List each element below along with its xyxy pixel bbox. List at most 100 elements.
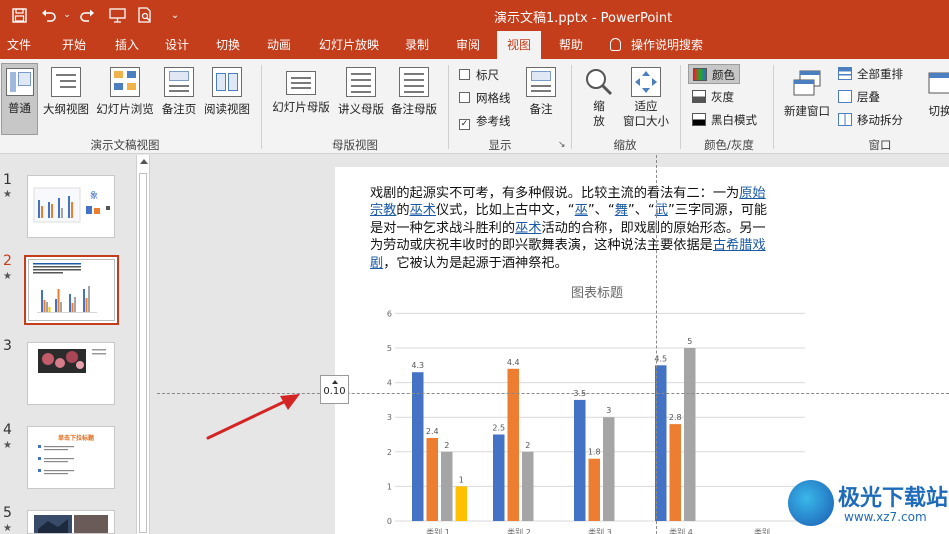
normal-view-button[interactable]: 普通 bbox=[1, 63, 38, 135]
x-tick-label: 类别 4 bbox=[669, 527, 693, 534]
chart-bar bbox=[455, 486, 467, 521]
checkbox-checked-icon: ✓ bbox=[459, 119, 470, 130]
text-run: ”、“ bbox=[587, 203, 615, 219]
notes-button[interactable]: 备注 bbox=[522, 63, 560, 135]
data-label: 2.8 bbox=[669, 413, 682, 422]
data-label: 1.8 bbox=[588, 448, 601, 457]
scrollbar-thumb[interactable] bbox=[139, 173, 147, 533]
hyperlink[interactable]: 舞 bbox=[615, 203, 628, 218]
ribbon-tabs: 文件 开始 插入 设计 切换 动画 幻灯片放映 录制 审阅 视图 帮助 操作说明… bbox=[0, 31, 949, 59]
arrange-all-button[interactable]: 全部重排 bbox=[838, 64, 903, 84]
undo-dropdown-icon[interactable]: ⌄ bbox=[56, 5, 78, 25]
new-window-button[interactable]: 新建窗口 bbox=[780, 63, 834, 135]
cascade-button[interactable]: 层叠 bbox=[838, 87, 880, 107]
slide-text-box[interactable]: 戏剧的起源实不可考，有多种假说。比较主流的看法有二：一为原始宗教的巫术仪式，比如… bbox=[370, 185, 774, 272]
ruler-checkbox[interactable]: 标尺 bbox=[459, 67, 499, 83]
notes-page-label: 备注页 bbox=[161, 102, 197, 116]
tab-transitions[interactable]: 切换 bbox=[207, 31, 249, 59]
handout-master-icon bbox=[346, 67, 376, 97]
slide-master-button[interactable]: 幻灯片母版 bbox=[269, 63, 333, 135]
move-split-icon bbox=[838, 113, 852, 126]
slide-thumbnail-2[interactable] bbox=[24, 255, 119, 325]
tab-design[interactable]: 设计 bbox=[156, 31, 198, 59]
zoom-label-1: 缩 bbox=[593, 99, 605, 113]
slide-thumbnail-3[interactable] bbox=[27, 342, 115, 405]
outline-view-label: 大纲视图 bbox=[43, 102, 89, 116]
tab-insert[interactable]: 插入 bbox=[106, 31, 148, 59]
fit-to-window-button[interactable]: 适应 窗口大小 bbox=[620, 63, 672, 135]
tell-me-search[interactable]: 操作说明搜索 bbox=[610, 31, 703, 59]
slide-sorter-button[interactable]: 幻灯片浏览 bbox=[94, 63, 156, 135]
data-label: 2 bbox=[525, 441, 530, 450]
gridlines-label: 网格线 bbox=[476, 91, 511, 105]
slide-thumbnail-4[interactable]: 单击下拉标题 bbox=[27, 426, 115, 489]
tab-help[interactable]: 帮助 bbox=[550, 31, 592, 59]
slide-5-preview bbox=[28, 511, 114, 533]
tab-file[interactable]: 文件 bbox=[0, 31, 38, 59]
data-label: 2 bbox=[444, 441, 449, 450]
text-run: 戏剧的起源实不可考，有多种假说。比较主流的看法有二：一为 bbox=[370, 186, 740, 201]
data-label: 3 bbox=[606, 406, 611, 415]
black-white-label: 黑白模式 bbox=[711, 113, 757, 127]
notes-master-label: 备注母版 bbox=[391, 102, 437, 116]
present-from-start-icon[interactable] bbox=[106, 5, 128, 25]
scroll-up-arrow-icon[interactable] bbox=[140, 159, 148, 164]
tab-slideshow[interactable]: 幻灯片放映 bbox=[312, 31, 386, 59]
checkbox-unchecked-icon bbox=[459, 92, 470, 103]
y-tick-label: 4 bbox=[387, 379, 392, 388]
slide-thumbnail-5[interactable] bbox=[27, 510, 115, 534]
customize-quick-access-icon[interactable]: ⌄ bbox=[164, 5, 186, 25]
hyperlink[interactable]: 巫 bbox=[575, 203, 588, 218]
fit-label-1: 适应 bbox=[634, 99, 658, 113]
redo-icon[interactable] bbox=[76, 5, 98, 25]
zoom-button[interactable]: 缩 放 bbox=[579, 63, 619, 135]
x-tick-label: 类别 1 bbox=[426, 527, 450, 534]
y-tick-label: 6 bbox=[387, 309, 392, 318]
notes-master-button[interactable]: 备注母版 bbox=[389, 63, 439, 135]
slide-number: 2 bbox=[3, 253, 12, 269]
hyperlink[interactable]: 巫术 bbox=[410, 203, 436, 218]
vertical-guide[interactable] bbox=[656, 155, 657, 534]
watermark-logo-icon bbox=[788, 480, 834, 526]
handout-master-button[interactable]: 讲义母版 bbox=[335, 63, 387, 135]
dialog-launcher-icon[interactable]: ↘ bbox=[558, 140, 566, 150]
guides-checkbox[interactable]: ✓ 参考线 bbox=[459, 113, 511, 130]
slide-master-icon bbox=[286, 71, 316, 95]
tab-record[interactable]: 录制 bbox=[396, 31, 438, 59]
tab-home[interactable]: 开始 bbox=[53, 31, 95, 59]
chart-bar bbox=[669, 424, 681, 521]
guide-position-value: 0.10 bbox=[323, 386, 346, 397]
presentation-views-group-label: 演示文稿视图 bbox=[90, 138, 160, 152]
handout-master-label: 讲义母版 bbox=[338, 102, 384, 116]
grayscale-button[interactable]: 灰度 bbox=[692, 87, 734, 107]
y-tick-label: 0 bbox=[387, 517, 392, 526]
animation-star-icon: ★ bbox=[3, 271, 12, 282]
tab-animations[interactable]: 动画 bbox=[258, 31, 300, 59]
slide-panel-scrollbar[interactable] bbox=[136, 155, 150, 534]
hyperlink[interactable]: 巫术 bbox=[515, 221, 541, 236]
switch-windows-button[interactable]: 切换 bbox=[920, 63, 949, 135]
print-preview-icon[interactable] bbox=[134, 5, 156, 25]
text-run: ”、“ bbox=[627, 203, 655, 219]
data-label: 2.4 bbox=[426, 427, 439, 436]
black-white-button[interactable]: 黑白模式 bbox=[692, 110, 757, 130]
save-icon[interactable] bbox=[8, 5, 30, 25]
reading-view-button[interactable]: 阅读视图 bbox=[202, 63, 252, 135]
master-views-group-label: 母版视图 bbox=[332, 138, 378, 152]
color-button[interactable]: 颜色 bbox=[688, 64, 740, 84]
move-split-button[interactable]: 移动拆分 bbox=[838, 110, 903, 130]
chart-bar bbox=[574, 399, 586, 521]
y-tick-label: 3 bbox=[387, 413, 392, 422]
animation-star-icon: ★ bbox=[3, 189, 12, 200]
text-run: 的 bbox=[396, 203, 410, 219]
tab-review[interactable]: 审阅 bbox=[447, 31, 489, 59]
tell-me-label: 操作说明搜索 bbox=[631, 38, 704, 52]
grayscale-swatch-icon bbox=[692, 90, 706, 103]
gridlines-checkbox[interactable]: 网格线 bbox=[459, 90, 511, 106]
slide-thumbnail-1[interactable]: 象 bbox=[27, 175, 115, 238]
tab-view[interactable]: 视图 bbox=[497, 31, 541, 59]
notes-page-button[interactable]: 备注页 bbox=[159, 63, 199, 135]
color-group-label: 颜色/灰度 bbox=[704, 138, 754, 152]
ribbon-view: 普通 大纲视图 幻灯片浏览 备注页 阅读视图 演示文稿视图 幻灯片母版 讲义母版… bbox=[0, 59, 949, 154]
outline-view-button[interactable]: 大纲视图 bbox=[41, 63, 91, 135]
